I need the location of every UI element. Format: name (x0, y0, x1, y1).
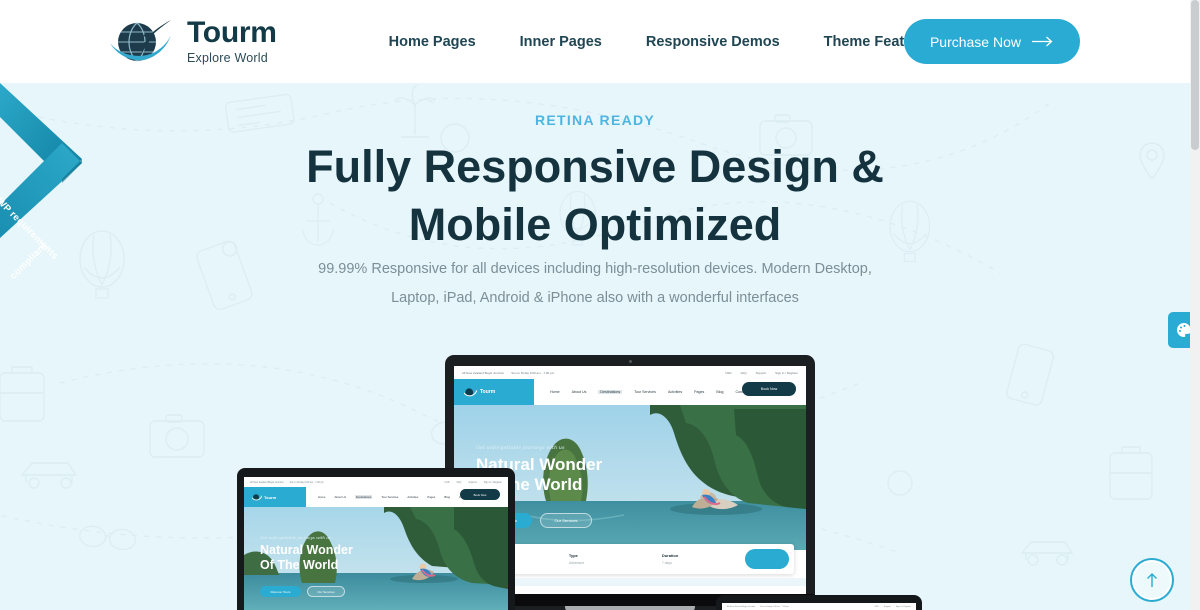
laptop-large-camera (451, 360, 809, 363)
mockup-sm-headline: Natural Wonder Of The World (260, 543, 353, 572)
mockup-nav-pages[interactable]: Pages (694, 390, 704, 394)
mockup-topbar-location: All New Zealand Bugis Junction (462, 370, 505, 375)
mockup-sm-nav-blog[interactable]: Blog (444, 495, 450, 499)
page-scrollbar-thumb[interactable] (1191, 0, 1199, 150)
tablet-mockup: All New Zealand Bugis Junction Sun to Fr… (716, 595, 922, 610)
mockup-topbar-faq[interactable]: FAQ (741, 371, 747, 375)
arrow-right-icon (1032, 36, 1053, 47)
mockup-search-button[interactable] (745, 549, 789, 569)
logo-subtitle: Explore World (187, 51, 268, 66)
nav-item-home-pages[interactable]: Home Pages (367, 34, 498, 50)
mockup-sm-faq[interactable]: FAQ (457, 481, 462, 484)
tablet-screen: All New Zealand Bugis Junction Sun to Fr… (722, 603, 916, 610)
mockup-tb-signin[interactable]: Sign in / Register (896, 606, 911, 608)
mockup-sm-book-now-button[interactable]: Book Now (460, 489, 500, 500)
mockup-brand: Tourm (480, 389, 496, 395)
mockup-sm-logo-icon (252, 494, 262, 501)
mockup-our-services-button[interactable]: Our Services (540, 513, 592, 528)
mockup-tb-support[interactable]: Support (884, 606, 891, 608)
mockup-topbar-signin[interactable]: Sign in / Register (775, 371, 798, 375)
mockup-topbar-hours: Sun to Friday 9.00 am - 7.00 pm (511, 370, 555, 375)
mockup-search-type[interactable]: Type Adventure (559, 553, 652, 565)
mockup-nav-tour-services[interactable]: Tour Services (634, 390, 656, 394)
mockup-sm-discover-button[interactable]: Discover Tours (260, 586, 301, 597)
mockup-topbar-currency[interactable]: USD (725, 371, 731, 375)
mockup-search-duration[interactable]: Duration 7 days (652, 553, 745, 565)
mockup-sm-nav-home[interactable]: Home (318, 495, 325, 499)
mockup-search-bar[interactable]: Destination Select Location Type Adventu… (466, 544, 794, 574)
mockup-sm-nav-about[interactable]: About Us (334, 495, 346, 499)
mockup-sm-support[interactable]: Support (468, 481, 476, 484)
purchase-now-button[interactable]: Purchase Now (903, 19, 1080, 64)
site-header: Tourm Explore World Home Pages Inner Pag… (0, 0, 1190, 83)
laptop-small-screen: All New Zealand Bugis Junction Sun to Fr… (244, 477, 508, 610)
mockup-sm-currency[interactable]: USD (445, 481, 450, 484)
mockup-book-now-button[interactable]: Book Now (742, 382, 796, 396)
mockup-nav-activities[interactable]: Activities (668, 390, 682, 394)
mockup-hero-kicker: Get unforgettable journeys with us (476, 445, 565, 451)
mockup-sm-services-button[interactable]: Our Services (307, 586, 345, 597)
mockup-sm-nav-activities[interactable]: Activities (407, 495, 418, 499)
mockup-sm-nav-pages[interactable]: Pages (427, 495, 435, 499)
mockup-tb-hours: Sun to Friday 9.00 am - 7.00 pm (760, 606, 789, 608)
mockup-tb-location: All New Zealand Bugis Junction (727, 606, 756, 608)
mockup-sm-brand: Tourm (264, 494, 277, 500)
page-root: Tourm Explore World Home Pages Inner Pag… (0, 0, 1200, 610)
nav-item-inner-pages[interactable]: Inner Pages (498, 34, 624, 50)
arrow-up-icon (1147, 573, 1157, 587)
mockup-sm-topbar-hours: Sun to Friday 9.00 am - 7.00 pm (289, 480, 324, 484)
mockup-sm-kicker: Get unforgettable journeys with us (260, 535, 331, 540)
main-navigation: Home Pages Inner Pages Responsive Demos … (367, 34, 957, 50)
mockup-sm-hero-buttons: Discover Tours Our Services (260, 586, 345, 597)
purchase-now-label: Purchase Now (929, 33, 1021, 50)
mockup-sm-nav-destinations[interactable]: Destinations (354, 495, 373, 499)
laptop-small-mockup: All New Zealand Bugis Junction Sun to Fr… (237, 468, 515, 610)
device-mockups: All New Zealand Bugis Junction Sun to Fr… (0, 83, 1190, 610)
laptop-large-base (565, 606, 695, 610)
mockup-nav-destinations[interactable]: Destinations (598, 390, 623, 394)
mockup-nav-blog[interactable]: Blog (716, 390, 723, 394)
mockup-topbar-support[interactable]: Support (756, 371, 767, 375)
mockup-nav-home[interactable]: Home (550, 390, 560, 394)
mockup-sm-nav-tours[interactable]: Tour Services (381, 495, 398, 499)
mockup-tb-currency[interactable]: USD (875, 606, 879, 608)
wp-requirements-ribbon (0, 83, 82, 238)
scroll-to-top-button[interactable] (1132, 560, 1172, 600)
hero-section: Flance RETINA READY Fully Responsive Des… (0, 83, 1190, 610)
globe-plane-icon (110, 19, 171, 61)
mockup-sm-signin[interactable]: Sign in / Register (484, 481, 502, 484)
logo[interactable]: Tourm Explore World (104, 16, 277, 68)
mockup-sm-topbar-location: All New Zealand Bugis Junction (250, 480, 284, 484)
logo-title: Tourm (187, 16, 277, 50)
mockup-nav-about[interactable]: About Us (572, 390, 587, 394)
nav-item-responsive-demos[interactable]: Responsive Demos (624, 34, 802, 50)
mockup-logo-icon (464, 388, 477, 397)
